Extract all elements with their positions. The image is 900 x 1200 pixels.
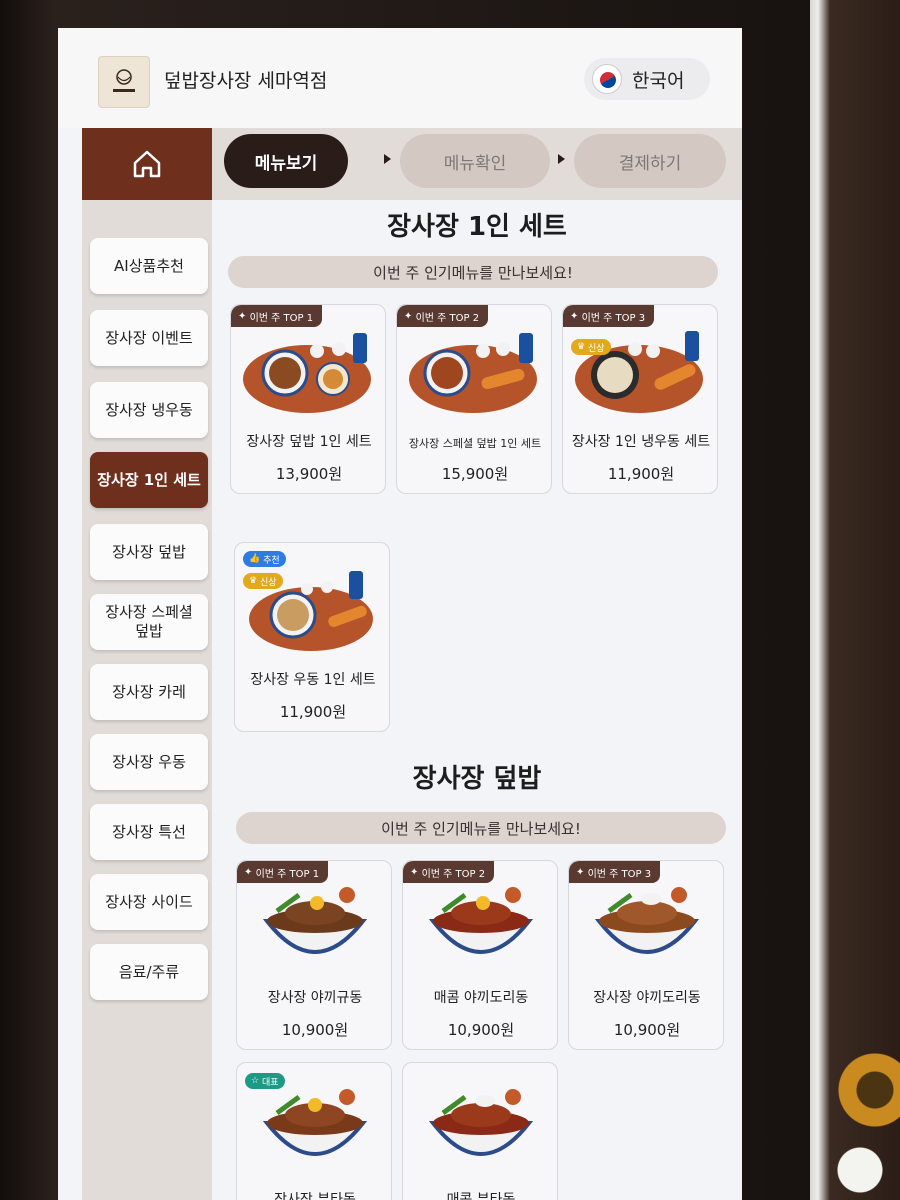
sparkle-icon: ✦ bbox=[570, 310, 582, 322]
menu-card[interactable]: ✦ 이번 주 TOP 2 매콤 야끼도리동 10,900원 bbox=[402, 860, 558, 1050]
section-title: 장사장 덮밥 bbox=[412, 764, 542, 794]
menu-price: 11,900원 bbox=[279, 703, 347, 721]
menu-card[interactable]: ✦ 이번 주 TOP 1 장사장 야끼규동 10,900원 bbox=[236, 860, 392, 1050]
section-banner: 이번 주 인기메뉴를 만나보세요! bbox=[228, 256, 718, 288]
sparkle-icon: ✦ bbox=[410, 866, 422, 878]
signature-chip: ☆ 대표 bbox=[245, 1073, 285, 1089]
step-arrow-icon bbox=[558, 154, 565, 164]
section-banner: 이번 주 인기메뉴를 만나보세요! bbox=[236, 812, 726, 844]
rice-bowl-image bbox=[428, 887, 534, 954]
menu-name: 장사장 우동 1인 세트 bbox=[250, 672, 376, 688]
thumbs-up-icon: 👍 bbox=[249, 554, 264, 564]
order-steps: 메뉴보기 메뉴확인 결제하기 bbox=[212, 128, 742, 200]
store-logo bbox=[98, 56, 150, 108]
background-flower bbox=[820, 1010, 900, 1200]
top-rank-badge: ✦ 이번 주 TOP 2 bbox=[403, 861, 495, 883]
top-rank-badge: ✦ 이번 주 TOP 1 bbox=[237, 861, 329, 883]
sidebar-item-side[interactable]: 장사장 사이드 bbox=[90, 874, 208, 930]
rice-bowl-image bbox=[262, 1089, 368, 1156]
sidebar-item-drinks[interactable]: 음료/주류 bbox=[90, 944, 208, 1000]
set-meal-image bbox=[249, 571, 373, 651]
rice-bowl-image bbox=[262, 887, 368, 954]
menu-price: 10,900원 bbox=[613, 1021, 681, 1039]
category-sidebar: AI상품추천 장사장 이벤트 장사장 냉우동 장사장 1인 세트 장사장 덮밥 … bbox=[82, 128, 212, 1200]
new-chip: ♛ 신상 bbox=[571, 339, 611, 355]
sidebar-item-rice-bowl[interactable]: 장사장 덮밥 bbox=[90, 524, 208, 580]
language-label: 한국어 bbox=[632, 69, 685, 92]
menu-price: 10,900원 bbox=[447, 1021, 515, 1039]
menu-name: 매콤 부타동 bbox=[446, 1192, 516, 1200]
sidebar-item-udon[interactable]: 장사장 우동 bbox=[90, 734, 208, 790]
menu-name: 매콤 야끼도리동 bbox=[433, 990, 529, 1006]
rice-bowl-image bbox=[428, 1089, 534, 1156]
menu-card[interactable]: ✦ 이번 주 TOP 3 ♛ 신상 장사장 1인 냉우동 세트 11,900원 bbox=[562, 304, 718, 494]
sparkle-icon: ✦ bbox=[576, 866, 588, 878]
kiosk-screen: 덮밥장사장 세마역점 한국어 AI상품추천 장사장 이벤트 장사장 냉우동 장사… bbox=[58, 28, 742, 1200]
sparkle-icon: ✦ bbox=[244, 866, 256, 878]
top-rank-badge: ✦ 이번 주 TOP 3 bbox=[563, 305, 655, 327]
sidebar-item-special[interactable]: 장사장 특선 bbox=[90, 804, 208, 860]
menu-card[interactable]: ✦ 이번 주 TOP 3 장사장 야끼도리동 10,900원 bbox=[568, 860, 724, 1050]
step-confirm[interactable]: 메뉴확인 bbox=[400, 134, 550, 188]
language-button[interactable]: 한국어 bbox=[584, 58, 710, 100]
set-meal-image bbox=[575, 331, 703, 413]
step-menu[interactable]: 메뉴보기 bbox=[224, 134, 348, 188]
korea-flag-icon bbox=[592, 64, 622, 94]
sparkle-icon: ✦ bbox=[238, 310, 250, 322]
sidebar-item-cold-udon[interactable]: 장사장 냉우동 bbox=[90, 382, 208, 438]
top-rank-badge: ✦ 이번 주 TOP 2 bbox=[397, 305, 489, 327]
sidebar-item-single-set[interactable]: 장사장 1인 세트 bbox=[90, 452, 208, 508]
menu-price: 13,900원 bbox=[275, 465, 343, 483]
menu-price: 15,900원 bbox=[441, 465, 509, 483]
sidebar-item-curry[interactable]: 장사장 카레 bbox=[90, 664, 208, 720]
menu-price: 10,900원 bbox=[281, 1021, 349, 1039]
menu-name: 장사장 야끼규동 bbox=[267, 990, 363, 1006]
rice-bowl-image bbox=[594, 887, 700, 954]
menu-name: 장사장 덮밥 1인 세트 bbox=[246, 434, 372, 450]
sidebar-item-event[interactable]: 장사장 이벤트 bbox=[90, 310, 208, 366]
menu-card[interactable]: ✦ 이번 주 TOP 1 장사장 덮밥 1인 세트 13,900원 bbox=[230, 304, 386, 494]
crown-icon: ♛ bbox=[249, 576, 260, 586]
home-button[interactable] bbox=[82, 128, 212, 200]
recommend-chip: 👍 추천 bbox=[243, 551, 286, 567]
menu-price: 11,900원 bbox=[607, 465, 675, 483]
header: 덮밥장사장 세마역점 한국어 bbox=[58, 28, 742, 128]
crown-icon: ♛ bbox=[577, 342, 588, 352]
menu-card[interactable]: ✦ 이번 주 TOP 2 장사장 스페셜 덮밥 1인 세트 15,900원 bbox=[396, 304, 552, 494]
menu-name: 장사장 부타동 bbox=[274, 1192, 356, 1200]
sidebar-item-special-rice-bowl[interactable]: 장사장 스페셜 덮밥 bbox=[90, 594, 208, 650]
menu-name: 장사장 스페셜 덮밥 1인 세트 bbox=[408, 437, 542, 450]
step-payment[interactable]: 결제하기 bbox=[574, 134, 726, 188]
sidebar-item-ai-recommend[interactable]: AI상품추천 bbox=[90, 238, 208, 294]
new-chip: ♛ 신상 bbox=[243, 573, 283, 589]
menu-name: 장사장 1인 냉우동 세트 bbox=[571, 434, 711, 450]
home-icon bbox=[133, 150, 161, 178]
menu-content: 장사장 1인 세트 이번 주 인기메뉴를 만나보세요! ✦ 이번 주 TOP 1… bbox=[212, 200, 742, 1200]
step-arrow-icon bbox=[384, 154, 391, 164]
top-rank-badge: ✦ 이번 주 TOP 1 bbox=[231, 305, 323, 327]
top-rank-badge: ✦ 이번 주 TOP 3 bbox=[569, 861, 661, 883]
menu-card[interactable]: ☆ 대표 장사장 부타동 bbox=[236, 1062, 392, 1200]
section-title: 장사장 1인 세트 bbox=[387, 212, 567, 242]
menu-card[interactable]: 매콤 부타동 bbox=[402, 1062, 558, 1200]
menu-name: 장사장 야끼도리동 bbox=[593, 990, 701, 1006]
menu-card[interactable]: 👍 추천 ♛ 신상 장사장 우동 1인 세트 11,900원 bbox=[234, 542, 390, 732]
store-name: 덮밥장사장 세마역점 bbox=[164, 70, 328, 92]
set-meal-image bbox=[409, 333, 537, 413]
set-meal-image bbox=[243, 333, 371, 413]
sparkle-icon: ✦ bbox=[404, 310, 416, 322]
medal-icon: ☆ bbox=[251, 1076, 262, 1086]
